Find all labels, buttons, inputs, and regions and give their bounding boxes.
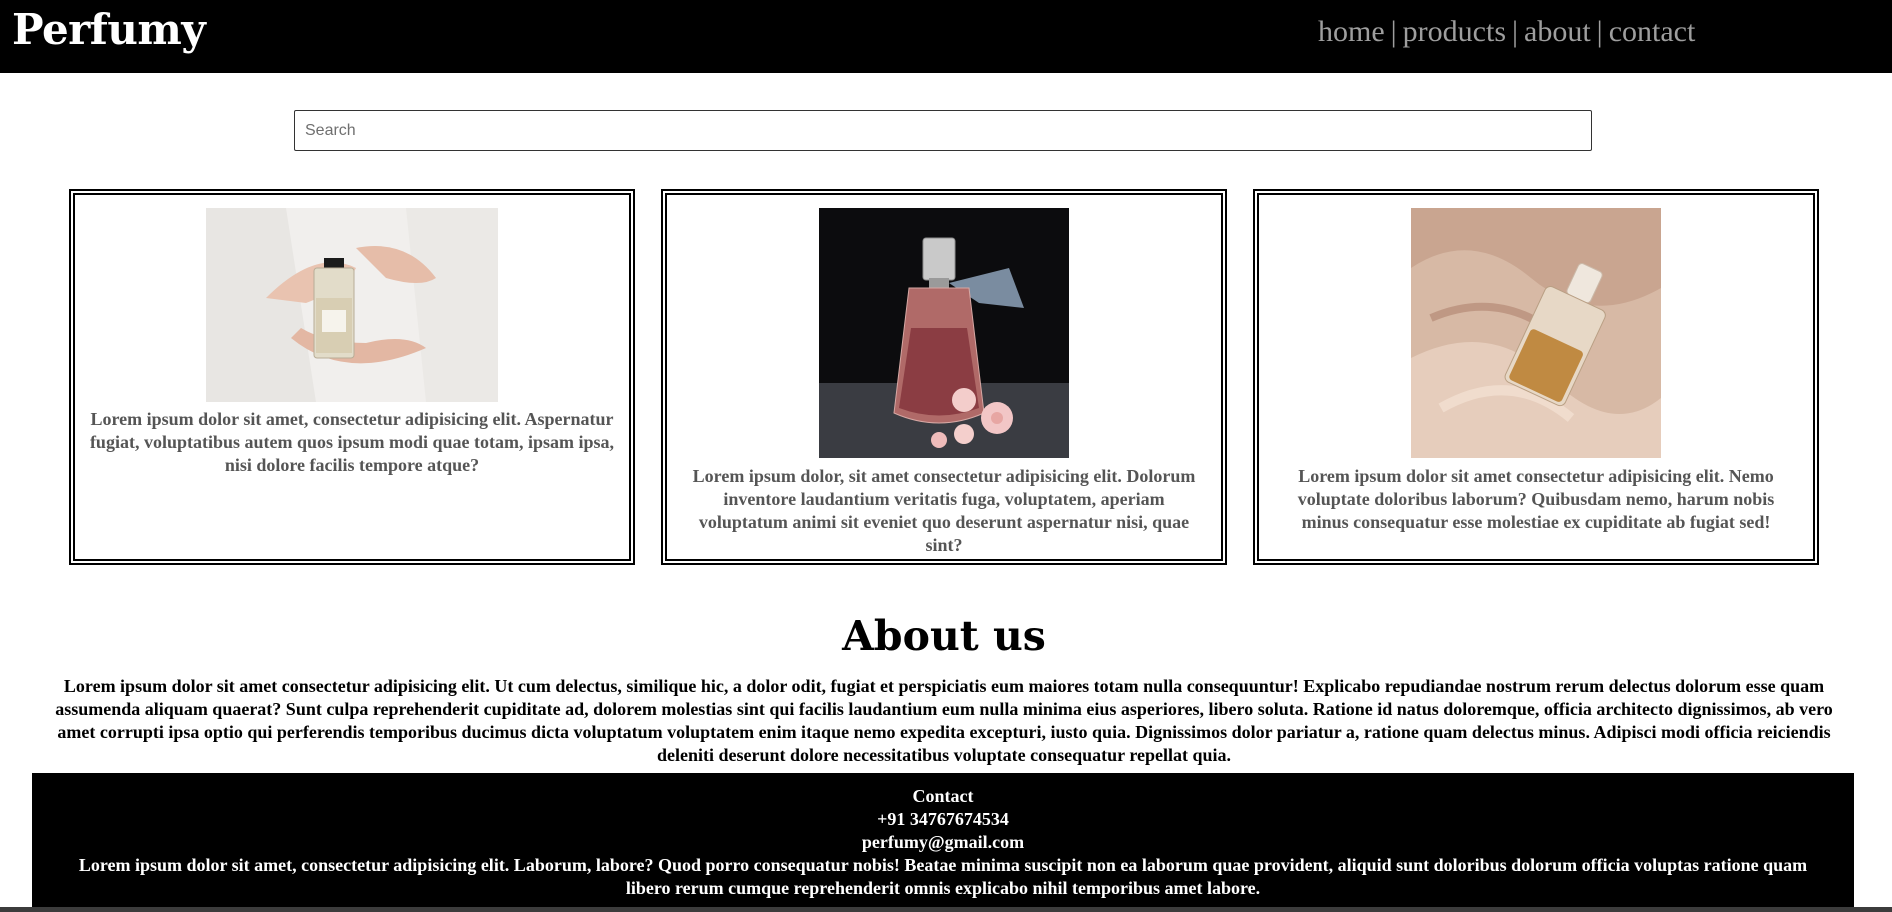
footer-phone[interactable]: +91 34767674534 — [32, 808, 1854, 831]
footer-contact-title: Contact — [912, 786, 974, 806]
product-card[interactable]: Lorem ipsum dolor sit amet consectetur a… — [1253, 189, 1819, 565]
nav-separator: | — [1596, 15, 1603, 48]
nav-products-link[interactable]: products — [1403, 15, 1506, 48]
product-description: Lorem ipsum dolor sit amet, consectetur … — [89, 409, 615, 475]
search-input[interactable] — [294, 110, 1592, 151]
nav-separator: | — [1390, 15, 1397, 48]
top-navbar: Perfumy home | products | about | contact — [0, 0, 1892, 73]
about-text: Lorem ipsum dolor sit amet consectetur a… — [55, 676, 1833, 765]
nav-contact-link[interactable]: contact — [1609, 15, 1696, 48]
footer-description: Lorem ipsum dolor sit amet, consectetur … — [78, 855, 1808, 898]
perfume-satin-photo — [1411, 208, 1661, 458]
nav-separator: | — [1512, 15, 1519, 48]
footer-email[interactable]: perfumy@gmail.com — [32, 831, 1854, 854]
product-description: Lorem ipsum dolor sit amet consectetur a… — [1297, 466, 1775, 532]
nav-home-link[interactable]: home — [1318, 15, 1385, 48]
footer: Contact +91 34767674534 perfumy@gmail.co… — [32, 773, 1854, 912]
main-nav: home | products | about | contact — [1318, 12, 1695, 52]
perfume-hands-photo — [206, 208, 498, 402]
perfume-flowers-photo — [819, 208, 1069, 458]
page-bottom-edge — [0, 907, 1892, 912]
product-card[interactable]: Lorem ipsum dolor sit amet, consectetur … — [69, 189, 635, 565]
brand-logo[interactable]: Perfumy — [12, 2, 206, 58]
product-description: Lorem ipsum dolor, sit amet consectetur … — [692, 466, 1196, 555]
nav-about-link[interactable]: about — [1524, 15, 1591, 48]
product-card[interactable]: Lorem ipsum dolor, sit amet consectetur … — [661, 189, 1227, 565]
about-title: About us — [842, 612, 1046, 660]
